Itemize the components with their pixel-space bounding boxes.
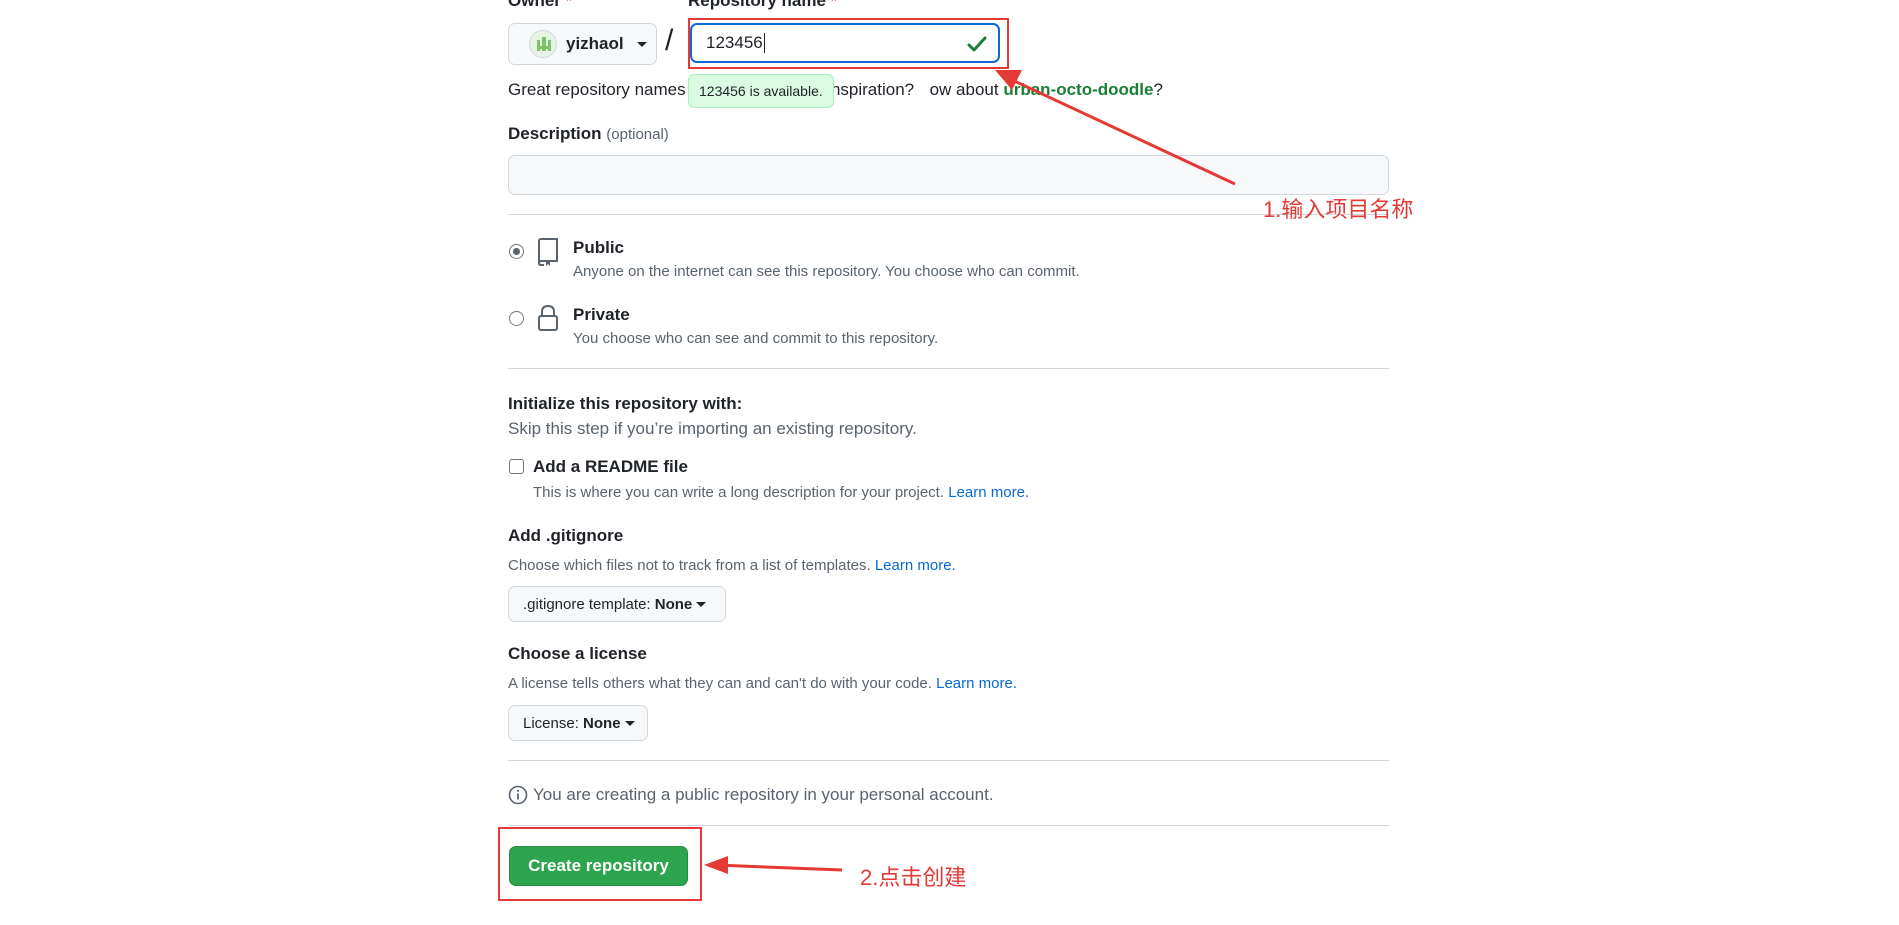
annotation-step-1: 1.输入项目名称 <box>1263 197 1414 222</box>
arrow-to-repo-input <box>1007 76 1236 186</box>
arrow-head-1 <box>995 70 1022 90</box>
annotation-arrows <box>704 70 1236 874</box>
annotation-step-2: 2.点击创建 <box>860 865 967 890</box>
arrow-to-create-button <box>715 863 843 872</box>
arrow-head-2 <box>704 856 728 874</box>
